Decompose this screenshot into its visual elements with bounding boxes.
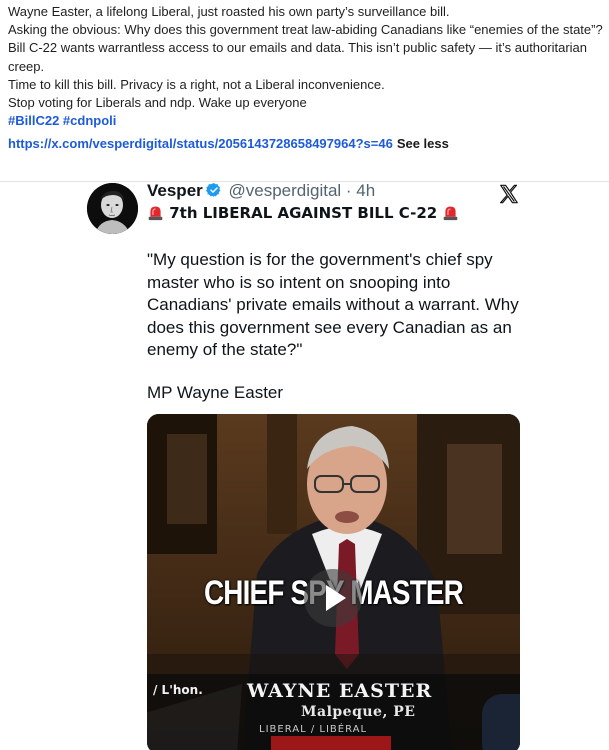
post-line: Stop voting for Liberals and ndp. Wake u… [8, 95, 307, 111]
post-hashtags[interactable]: #BillC22 #cdnpoli [8, 112, 608, 130]
siren-icon [444, 206, 458, 221]
post-link-row: https://x.com/vesperdigital/status/20561… [8, 135, 608, 153]
lower-third-caption: / L'hon. WAYNE EASTER Malpeque, PE LIBER… [147, 674, 520, 750]
handle-and-time[interactable]: @vesperdigital · 4h [229, 181, 376, 200]
post-body: Wayne Easter, a lifelong Liberal, just r… [8, 3, 608, 154]
post-link[interactable]: https://x.com/vesperdigital/status/20561… [8, 136, 393, 151]
post-line: Time to kill this bill. Privacy is a rig… [8, 76, 385, 92]
embedded-tweet[interactable]: Vesper @vesperdigital · 4h 7th LIBERAL A… [86, 181, 526, 750]
x-logo-icon[interactable] [498, 183, 520, 205]
lower-third-party: LIBERAL / LIBÉRAL [259, 724, 368, 735]
play-button[interactable] [304, 569, 362, 627]
avatar-portrait [87, 183, 138, 234]
tweet-quote: "My question is for the government's chi… [147, 250, 519, 359]
quote-attribution: MP Wayne Easter [147, 383, 284, 402]
avatar[interactable] [87, 183, 138, 234]
video-player[interactable]: CHIEF SPY MASTER / L'hon. WAYNE EASTER M… [147, 414, 520, 750]
lower-third-riding: Malpeque, PE [301, 704, 416, 720]
lower-third-flag-bar [271, 736, 391, 750]
verified-badge-icon [205, 183, 221, 197]
post-line: Bill C-22 wants warrantless access to ou… [8, 40, 588, 74]
lower-third-name: WAYNE EASTER [247, 680, 433, 702]
display-name[interactable]: Vesper [147, 181, 203, 200]
tweet-headline: 7th LIBERAL AGAINST BILL C-22 [147, 204, 459, 222]
author-row: Vesper @vesperdigital · 4h [147, 181, 375, 203]
lower-third-prefix: / L'hon. [153, 683, 203, 697]
headline-text: 7th LIBERAL AGAINST BILL C-22 [164, 204, 443, 222]
see-less-button[interactable]: See less [397, 136, 449, 151]
post-line: Asking the obvious: Why does this govern… [8, 22, 603, 38]
post-line: Wayne Easter, a lifelong Liberal, just r… [8, 4, 450, 19]
play-icon [326, 585, 346, 611]
siren-icon [148, 206, 163, 221]
